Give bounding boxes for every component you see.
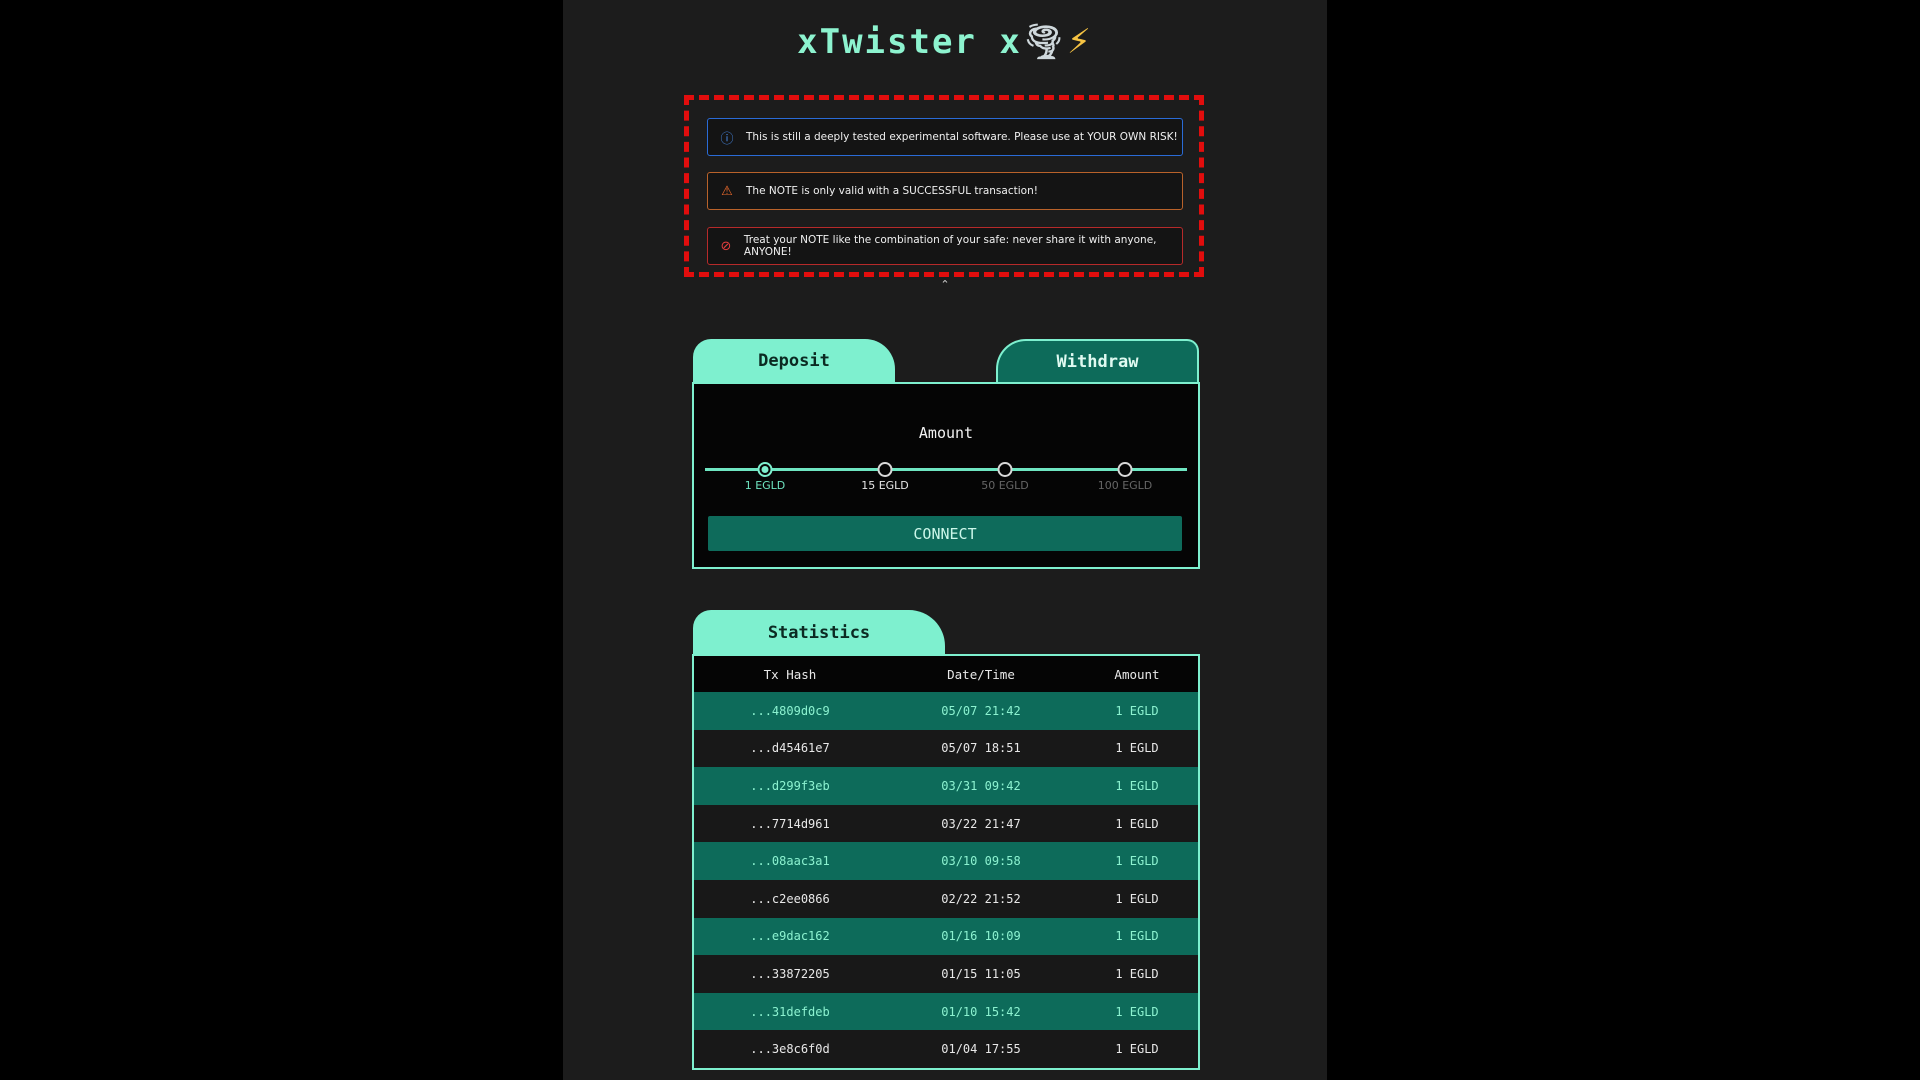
date-time-cell: 01/15 11:05	[941, 966, 1021, 981]
notice-error-text: Treat your NOTE like the combination of …	[743, 234, 1157, 258]
tx-hash-cell[interactable]: ...e9dac162	[694, 929, 886, 943]
table-row[interactable]: ...e9dac162 01/16 10:09 1 EGLD	[694, 917, 1198, 956]
date-time-cell: 03/22 21:47	[941, 816, 1021, 831]
tx-hash-cell[interactable]: ...d45461e7	[694, 741, 886, 755]
amount-option-label[interactable]: 50 EGLD	[955, 479, 1055, 492]
table-row[interactable]: ...33872205 01/15 11:05 1 EGLD	[694, 955, 1198, 993]
amount-cell: 1 EGLD	[1115, 1042, 1159, 1057]
date-time-cell: 05/07 21:42	[941, 703, 1021, 718]
tx-hash-cell[interactable]: ...d299f3eb	[694, 779, 886, 793]
amount-label: Amount	[918, 424, 974, 442]
lightning-icon: ⚡	[1067, 22, 1093, 62]
table-row[interactable]: ...31defdeb 01/10 15:42 1 EGLD	[694, 992, 1198, 1031]
table-row[interactable]: ...d45461e7 05/07 18:51 1 EGLD	[694, 729, 1198, 768]
date-time-cell: 03/10 09:58	[941, 854, 1021, 869]
amount-option-label[interactable]: 100 EGLD	[1075, 479, 1175, 492]
table-row[interactable]: ...4809d0c9 05/07 21:42 1 EGLD	[694, 692, 1198, 730]
notice-info: ⓘ This is still a deeply tested experime…	[707, 118, 1183, 156]
statistics-table: Tx Hash Date/Time Amount ...4809d0c9 05/0…	[692, 654, 1200, 1070]
date-time-cell: 01/04 17:55	[941, 1042, 1021, 1057]
amount-slider-track[interactable]	[705, 468, 1187, 471]
tab-statistics[interactable]: Statistics	[693, 610, 945, 656]
date-time-cell: 03/31 09:42	[941, 778, 1021, 793]
tx-hash-cell[interactable]: ...3e8c6f0d	[694, 1042, 886, 1056]
deposit-panel: Amount 1 EGLD 15 EGLD 50 EGLD 100 EGLD C…	[692, 382, 1200, 569]
column-header-date-time: Date/Time	[947, 666, 1015, 682]
tx-hash-cell[interactable]: ...31defdeb	[694, 1005, 886, 1019]
app-title-text: xTwister x	[797, 22, 1022, 62]
date-time-cell: 01/16 10:09	[941, 929, 1021, 944]
tx-hash-cell[interactable]: ...c2ee0866	[694, 892, 886, 906]
info-icon: ⓘ	[720, 131, 734, 147]
table-row[interactable]: ...d299f3eb 03/31 09:42 1 EGLD	[694, 767, 1198, 805]
amount-stop-100[interactable]	[1117, 462, 1133, 477]
amount-cell: 1 EGLD	[1115, 929, 1159, 944]
app-page: xTwister x🌪⚡ ⓘ This is still a deeply te…	[563, 0, 1327, 1080]
notices-panel: ⓘ This is still a deeply tested experime…	[684, 95, 1204, 277]
notice-warning-text: The NOTE is only valid with a SUCCESSFUL…	[746, 185, 1038, 197]
tx-hash-cell[interactable]: ...4809d0c9	[694, 704, 886, 718]
tornado-icon: 🌪	[1021, 22, 1067, 62]
tx-hash-cell[interactable]: ...33872205	[694, 967, 886, 981]
amount-cell: 1 EGLD	[1115, 778, 1159, 793]
amount-cell: 1 EGLD	[1115, 891, 1159, 906]
date-time-cell: 05/07 18:51	[941, 741, 1021, 756]
table-row[interactable]: ...7714d961 03/22 21:47 1 EGLD	[694, 804, 1198, 843]
statistics-header-row: Tx Hash Date/Time Amount	[694, 656, 1198, 692]
table-row[interactable]: ...c2ee0866 02/22 21:52 1 EGLD	[694, 879, 1198, 918]
column-header-amount: Amount	[1114, 666, 1160, 682]
collapse-notices-icon[interactable]: ⌃	[935, 278, 955, 291]
tab-deposit[interactable]: Deposit	[693, 339, 895, 383]
notice-info-text: This is still a deeply tested experiment…	[746, 131, 1178, 143]
tx-hash-cell[interactable]: ...08aac3a1	[694, 854, 886, 868]
date-time-cell: 02/22 21:52	[941, 891, 1021, 906]
notice-warning: ⚠ The NOTE is only valid with a SUCCESSF…	[707, 172, 1183, 210]
amount-option-label[interactable]: 15 EGLD	[835, 479, 935, 492]
date-time-cell: 01/10 15:42	[941, 1004, 1021, 1019]
amount-cell: 1 EGLD	[1115, 1004, 1159, 1019]
warning-icon: ⚠	[721, 183, 733, 199]
table-row[interactable]: ...3e8c6f0d 01/04 17:55 1 EGLD	[694, 1030, 1198, 1068]
amount-stop-15[interactable]	[877, 462, 893, 477]
tx-hash-cell[interactable]: ...7714d961	[694, 817, 886, 831]
amount-cell: 1 EGLD	[1115, 741, 1159, 756]
statistics-rows: ...4809d0c9 05/07 21:42 1 EGLD ...d45461e7 0…	[694, 692, 1198, 1068]
tab-withdraw[interactable]: Withdraw	[996, 339, 1199, 383]
amount-stop-50[interactable]	[997, 462, 1013, 477]
amount-cell: 1 EGLD	[1115, 816, 1159, 831]
amount-stop-1[interactable]	[757, 462, 773, 477]
alert-icon: ⊘	[720, 238, 732, 254]
column-header-tx-hash: Tx Hash	[763, 666, 817, 682]
notice-error: ⊘ Treat your NOTE like the combination o…	[707, 227, 1183, 265]
amount-option-label[interactable]: 1 EGLD	[715, 479, 815, 492]
amount-cell: 1 EGLD	[1115, 703, 1159, 718]
connect-button[interactable]: CONNECT	[708, 516, 1182, 551]
table-row[interactable]: ...08aac3a1 03/10 09:58 1 EGLD	[694, 842, 1198, 880]
amount-cell: 1 EGLD	[1115, 854, 1159, 869]
amount-cell: 1 EGLD	[1115, 966, 1159, 981]
app-title: xTwister x🌪⚡	[563, 22, 1327, 62]
